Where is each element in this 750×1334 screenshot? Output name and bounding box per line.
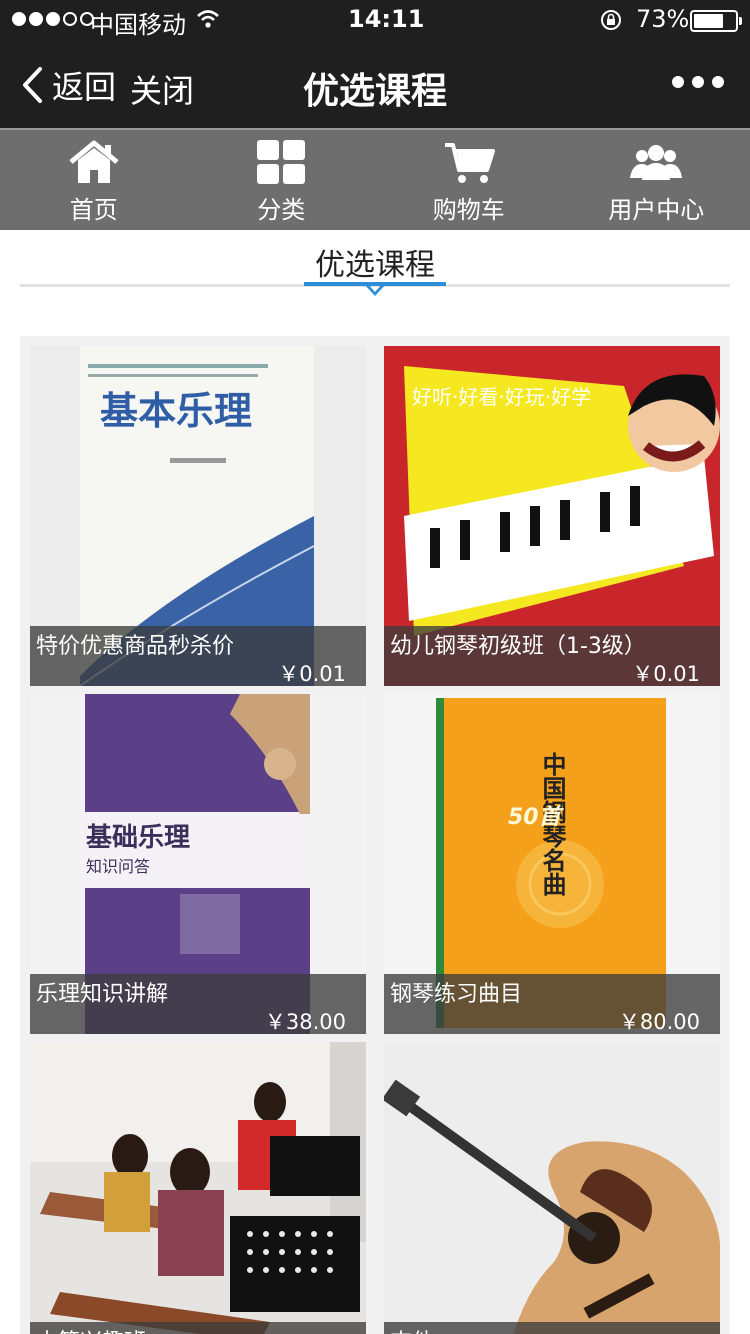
tab-user-center-label: 用户中心 bbox=[608, 196, 705, 224]
cover-subtitle: 知识问答 bbox=[86, 857, 150, 876]
product-card[interactable]: 中国钢琴名曲 50首 钢琴练习曲目 ￥80.00 bbox=[384, 694, 720, 1034]
tab-user-center[interactable]: 用户中心 bbox=[563, 130, 750, 230]
product-name: 幼儿钢琴初级班（1-3级） bbox=[390, 634, 646, 659]
product-caption: 特价优惠商品秒杀价 ￥0.01 bbox=[30, 626, 366, 686]
battery-icon bbox=[690, 10, 742, 32]
product-image bbox=[384, 1042, 720, 1334]
tab-cart-label: 购物车 bbox=[432, 196, 505, 224]
product-card[interactable]: 基本乐理 特价优惠商品秒杀价 ￥0.01 bbox=[30, 346, 366, 686]
more-options-button[interactable] bbox=[672, 76, 724, 88]
status-bar: 中国移动 14:11 73% bbox=[0, 0, 750, 40]
cover-title: 基本乐理 bbox=[100, 389, 252, 433]
product-caption: 钢琴练习曲目 ￥80.00 bbox=[384, 974, 720, 1034]
carrier-label: 中国移动 bbox=[90, 11, 186, 39]
product-name: 乐理知识讲解 bbox=[36, 982, 169, 1007]
section-header: 优选课程 bbox=[20, 230, 730, 310]
cover-title: 基础乐理 bbox=[86, 823, 190, 853]
product-caption: 乐理知识讲解 ￥38.00 bbox=[30, 974, 366, 1034]
cover-tagline: 好听·好看·好玩·好学 bbox=[412, 385, 591, 409]
battery-percent: 73% bbox=[636, 5, 690, 33]
section-title[interactable]: 优选课程 bbox=[20, 240, 730, 284]
back-button[interactable]: 返回 bbox=[20, 62, 116, 108]
rotation-lock-icon bbox=[601, 10, 621, 30]
tab-home-label: 首页 bbox=[69, 196, 118, 224]
product-price: ￥38.00 bbox=[264, 1010, 346, 1034]
back-label: 返回 bbox=[52, 68, 117, 106]
tab-category[interactable]: 分类 bbox=[188, 130, 376, 230]
tab-home[interactable]: 首页 bbox=[0, 130, 188, 230]
product-name: 古筝兴趣班 bbox=[36, 1324, 146, 1334]
top-tab-bar: 首页 分类 购物车 用户中心 bbox=[0, 128, 750, 230]
product-price: ￥0.01 bbox=[632, 662, 700, 686]
product-grid: 基本乐理 特价优惠商品秒杀价 ￥0.01 好听·好看·好玩·好学 幼儿钢琴初级班… bbox=[20, 336, 730, 1334]
home-icon bbox=[69, 140, 119, 183]
product-card[interactable]: 基础乐理 知识问答 乐理知识讲解 ￥38.00 bbox=[30, 694, 366, 1034]
product-name: 吉他 bbox=[390, 1324, 434, 1334]
clock: 14:11 bbox=[348, 5, 425, 33]
product-caption: 吉他 bbox=[384, 1322, 720, 1334]
tab-category-label: 分类 bbox=[257, 196, 306, 224]
wifi-icon bbox=[197, 10, 219, 28]
cart-icon bbox=[444, 143, 495, 183]
product-card[interactable]: 好听·好看·好玩·好学 幼儿钢琴初级班（1-3级） ￥0.01 bbox=[384, 346, 720, 686]
product-name: 特价优惠商品秒杀价 bbox=[36, 634, 235, 659]
product-name: 钢琴练习曲目 bbox=[390, 982, 523, 1007]
product-image bbox=[30, 1042, 366, 1334]
chevron-left-icon bbox=[23, 67, 42, 103]
cover-subtitle: 50首 bbox=[508, 804, 565, 830]
product-price: ￥0.01 bbox=[278, 662, 346, 686]
grid-icon bbox=[257, 140, 306, 184]
product-caption: 古筝兴趣班 bbox=[30, 1322, 366, 1334]
navigation-bar: 返回 关闭 优选课程 bbox=[0, 40, 750, 128]
close-button[interactable]: 关闭 bbox=[130, 66, 194, 112]
caret-down-icon bbox=[364, 284, 386, 296]
tab-cart[interactable]: 购物车 bbox=[375, 130, 563, 230]
product-card[interactable]: 古筝兴趣班 bbox=[30, 1042, 366, 1334]
product-caption: 幼儿钢琴初级班（1-3级） ￥0.01 bbox=[384, 626, 720, 686]
product-card[interactable]: 吉他 bbox=[384, 1042, 720, 1334]
signal-strength-icon bbox=[12, 12, 94, 26]
product-price: ￥80.00 bbox=[618, 1010, 700, 1034]
users-icon bbox=[630, 145, 683, 180]
